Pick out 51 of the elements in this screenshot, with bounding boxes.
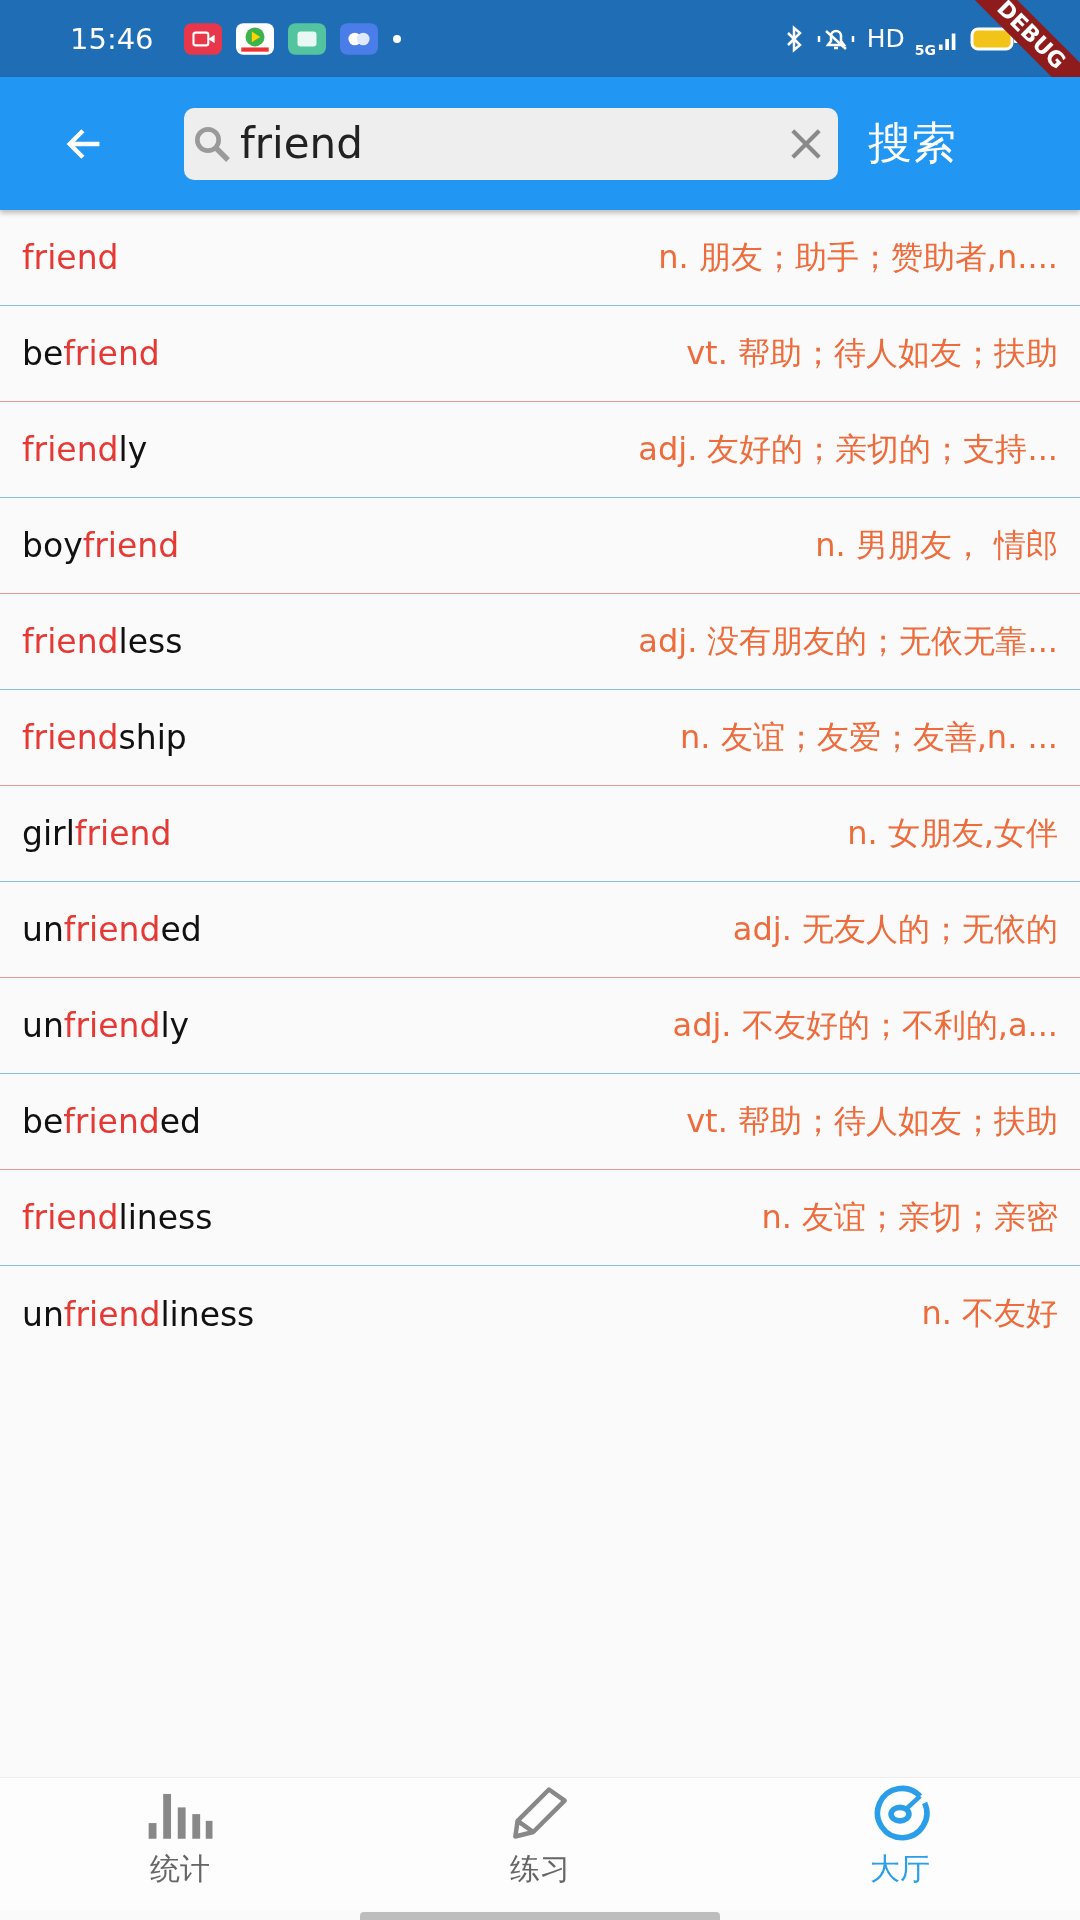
status-time: 15:46 (70, 21, 154, 56)
network-label: HD (866, 24, 905, 53)
result-word: unfriendly (22, 1006, 190, 1045)
result-word: boyfriend (22, 526, 180, 565)
result-definition: adj. 无友人的；无依的 (732, 908, 1058, 950)
nav-tab[interactable]: 统计 (0, 1778, 360, 1910)
play-app-icon (235, 22, 274, 55)
result-word: friendless (22, 622, 183, 661)
result-row[interactable]: friendship n. 友谊；友爱；友善,n. ... (0, 690, 1080, 786)
result-word: friend (22, 238, 119, 277)
cellular-label: 5G (914, 41, 936, 58)
result-word: friendly (22, 430, 148, 469)
nav-label: 大厅 (870, 1849, 930, 1888)
nav-tab[interactable]: 练习 (360, 1778, 720, 1910)
result-row[interactable]: boyfriend n. 男朋友， 情郎 (0, 498, 1080, 594)
result-word: girlfriend (22, 814, 172, 853)
result-word: unfriended (22, 910, 202, 949)
result-row[interactable]: friend n. 朋友；助手；赞助者,n.... (0, 210, 1080, 306)
result-definition: vt. 帮助；待人如友；扶助 (686, 332, 1058, 374)
result-definition: n. 女朋友,女伴 (847, 812, 1058, 854)
nav-label: 统计 (150, 1849, 210, 1888)
result-row[interactable]: befriended vt. 帮助；待人如友；扶助 (0, 1074, 1080, 1170)
video-app-icon (183, 22, 222, 55)
search-input[interactable]: friend (232, 119, 788, 168)
result-definition: n. 友谊；友爱；友善,n. ... (680, 716, 1058, 758)
result-definition: n. 不友好 (921, 1293, 1058, 1334)
result-definition: adj. 没有朋友的；无依无靠... (638, 620, 1058, 662)
result-definition: n. 友谊；亲切；亲密 (761, 1196, 1058, 1238)
cloud-app-icon (339, 22, 378, 55)
result-row[interactable]: friendless adj. 没有朋友的；无依无靠... (0, 594, 1080, 690)
result-definition: adj. 友好的；亲切的；支持... (638, 428, 1058, 470)
result-row[interactable]: friendliness n. 友谊；亲切；亲密 (0, 1170, 1080, 1266)
result-definition: n. 朋友；助手；赞助者,n.... (658, 236, 1058, 278)
result-definition: vt. 帮助；待人如友；扶助 (686, 1100, 1058, 1142)
notification-dot-icon (391, 33, 402, 44)
result-definition: adj. 不友好的；不利的,a... (672, 1004, 1058, 1046)
result-definition: n. 男朋友， 情郎 (815, 524, 1058, 566)
result-word: friendship (22, 718, 187, 757)
result-word: unfriendliness (22, 1294, 255, 1334)
result-row[interactable]: unfriended adj. 无友人的；无依的 (0, 882, 1080, 978)
gallery-app-icon (287, 22, 326, 55)
result-row[interactable]: friendly adj. 友好的；亲切的；支持... (0, 402, 1080, 498)
nav-label: 练习 (510, 1849, 570, 1888)
result-row[interactable]: unfriendly adj. 不友好的；不利的,a... (0, 978, 1080, 1074)
result-word: friendliness (22, 1198, 213, 1237)
result-row[interactable]: girlfriend n. 女朋友,女伴 (0, 786, 1080, 882)
result-row[interactable]: unfriendliness n. 不友好 (0, 1266, 1080, 1362)
result-row[interactable]: befriend vt. 帮助；待人如友；扶助 (0, 306, 1080, 402)
result-word: befriended (22, 1102, 202, 1141)
search-field[interactable]: friend (184, 107, 838, 180)
result-word: befriend (22, 334, 160, 373)
